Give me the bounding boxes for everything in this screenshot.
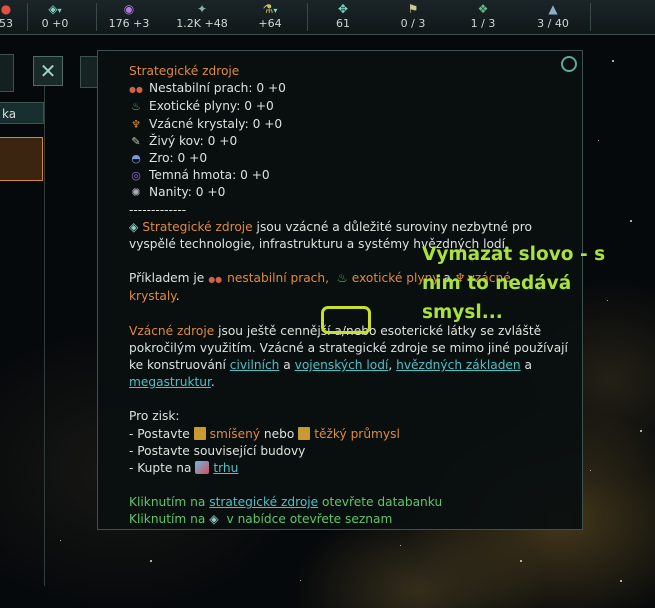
gain-line: - Postavte související budovy	[129, 443, 306, 458]
gain-title: Pro zisk:	[129, 409, 180, 424]
resource-line: ●● Nestabilní prach: 0 +0	[129, 80, 569, 98]
research-icon: ⚗▾	[262, 2, 278, 16]
paragraph-line: ◈ Strategické zdroje jsou vzácné a důleži…	[129, 219, 532, 234]
link-starbases[interactable]: hvězdných základen	[396, 358, 521, 372]
building-icon	[193, 426, 206, 440]
gain-line: - Postavte smíšený nebo těžký průmysl	[129, 426, 400, 441]
resource-alloys[interactable]: ✦ 1.2K +48	[172, 1, 232, 33]
resource-unity[interactable]: ◈▾ 0 +0	[34, 1, 76, 33]
strategic-resource-icon: ◈	[129, 219, 139, 234]
link-databank[interactable]: strategické zdroje	[209, 495, 318, 509]
link-megastructures[interactable]: megastruktur	[129, 375, 211, 389]
strategic-resource-icon: ◈	[209, 512, 219, 527]
resource-minerals[interactable]: ● 53	[0, 1, 26, 33]
volatile-motes-icon: ●●	[208, 275, 223, 285]
market-icon	[195, 461, 210, 475]
paragraph-line: pokročilým využitím. Vzácné a strategick…	[129, 340, 568, 355]
panel-frame	[0, 54, 14, 92]
living-metal-icon: ✎	[131, 134, 141, 148]
resource-value: 1.2K +48	[176, 17, 228, 30]
panel-divider	[44, 86, 45, 586]
resource-research[interactable]: ⚗▾ +64	[250, 1, 290, 33]
gain-line: - Kupte na trhu	[129, 461, 239, 476]
alloys-icon: ✦	[196, 2, 208, 16]
resource-value: 1 / 3	[470, 17, 496, 30]
sectors-icon: ❖	[477, 2, 489, 16]
zro-icon: ◓	[131, 152, 141, 166]
paragraph-line: megastruktur.	[129, 375, 215, 390]
resource-line: ♆ Vzácné krystaly: 0 +0	[129, 116, 569, 133]
resource-value: 53	[0, 17, 13, 30]
dark-matter-icon: ◎	[131, 169, 141, 183]
exotic-gases-icon: ♨	[336, 271, 348, 286]
selected-list-item[interactable]	[0, 137, 43, 181]
resource-influence[interactable]: ◉ 176 +3	[104, 1, 154, 33]
influence-icon: ◉	[123, 2, 135, 16]
tab-partial[interactable]: ka	[0, 102, 44, 124]
nanites-icon: ✺	[131, 186, 141, 200]
resource-value: 61	[336, 17, 350, 30]
resource-planets[interactable]: ⚑ 0 / 3	[393, 1, 433, 33]
link-military-ships[interactable]: vojenských lodí	[295, 358, 389, 372]
panel-side-button[interactable]	[80, 56, 98, 88]
amenities-icon: ✥	[337, 2, 349, 16]
tooltip-title: Strategické zdroje	[129, 64, 240, 78]
paragraph-line: ke konstruování civilních a vojenských l…	[129, 358, 532, 373]
rare-crystals-icon: ♆	[131, 117, 141, 131]
resource-value: +64	[258, 17, 282, 30]
volatile-motes-icon: ●●	[129, 85, 143, 95]
exotic-gases-icon: ♨	[131, 100, 141, 114]
footer-line: Kliknutím na strategické zdroje otevřete…	[129, 495, 443, 510]
close-button[interactable]: ✕	[33, 56, 63, 86]
resource-value: 3 / 40	[537, 17, 569, 30]
resource-line: ✺ Nanity: 0 +0	[129, 184, 569, 201]
top-resource-bar: ● 53 ◈▾ 0 +0 ◉ 176 +3 ✦ 1.2K +48 ⚗▾ +64 …	[0, 0, 655, 35]
resource-line: ◎ Temná hmota: 0 +0	[129, 167, 569, 184]
building-icon	[298, 426, 311, 440]
resource-sectors[interactable]: ❖ 1 / 3	[463, 1, 503, 33]
resource-fleet[interactable]: ▲ 3 / 40	[531, 1, 575, 33]
unity-icon: ◈▾	[48, 2, 62, 16]
fleet-icon: ▲	[548, 2, 558, 16]
footer-line: Kliknutím na ◈ v nabídce otevřete seznam	[129, 512, 393, 527]
resource-value: 0 / 3	[400, 17, 426, 30]
resource-amenities[interactable]: ✥ 61	[327, 1, 359, 33]
planets-icon: ⚑	[407, 2, 419, 16]
annotation-highlight-box	[321, 306, 371, 334]
minerals-icon: ●	[0, 2, 12, 16]
resource-line: ◓ Zro: 0 +0	[129, 150, 569, 167]
annotation-note: Vymazat slovo - s nim to nedává smysl...	[422, 244, 606, 323]
close-icon: ✕	[39, 59, 57, 83]
link-civilian-ships[interactable]: civilních	[230, 358, 280, 372]
resource-value: 176 +3	[108, 17, 150, 30]
divider-text: -------------	[129, 202, 187, 217]
resource-value: 0 +0	[41, 17, 69, 30]
link-market[interactable]: trhu	[213, 461, 238, 475]
resource-line: ♨ Exotické plyny: 0 +0	[129, 98, 569, 115]
resource-line: ✎ Živý kov: 0 +0	[129, 133, 569, 150]
